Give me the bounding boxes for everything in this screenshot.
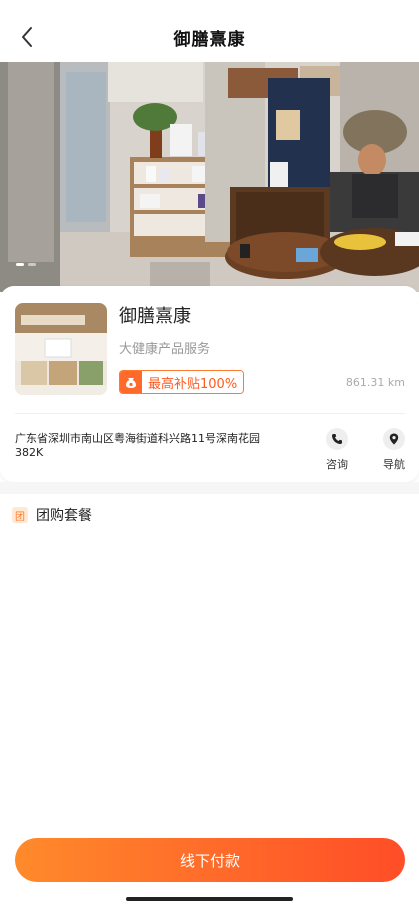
store-distance: 861.31 km — [345, 376, 405, 389]
banner-pagination — [16, 263, 36, 266]
coin-bag-icon — [120, 371, 142, 393]
divider — [15, 413, 405, 414]
store-name: 御膳熹康 — [119, 306, 191, 327]
group-buy-section-header: 团 团购套餐 — [12, 505, 92, 525]
back-button[interactable] — [14, 24, 40, 50]
store-address: 广东省深圳市南山区粤海街道科兴路11号深南花园382K — [15, 432, 260, 459]
store-interior-photo — [0, 62, 419, 292]
store-photo-banner[interactable] — [0, 62, 419, 292]
status-bar — [0, 0, 419, 12]
top-navigation-bar: 御膳熹康 — [0, 12, 419, 62]
store-category: 大健康产品服务 — [119, 342, 211, 357]
store-thumbnail-picture — [15, 303, 107, 395]
consult-button[interactable]: 咨询 — [320, 428, 354, 472]
store-info-card: 御膳熹康 大健康产品服务 最高补贴100% 861.31 km 广东省深圳市南山… — [0, 286, 419, 482]
pagination-dot — [28, 263, 36, 266]
chevron-left-icon — [22, 27, 32, 47]
page-title: 御膳熹康 — [173, 29, 246, 50]
store-thumbnail-image[interactable] — [15, 303, 107, 395]
consult-label: 咨询 — [326, 458, 348, 471]
offline-pay-button[interactable]: 线下付款 — [15, 838, 405, 882]
home-indicator — [126, 897, 293, 901]
section-gap — [0, 482, 419, 494]
navigate-label: 导航 — [383, 458, 405, 471]
navigate-button[interactable]: 导航 — [377, 428, 411, 472]
subsidy-badge: 最高补贴100% — [119, 370, 245, 394]
group-buy-icon: 团 — [12, 507, 28, 523]
location-pin-icon — [383, 428, 405, 450]
subsidy-label: 最高补贴100% — [142, 371, 244, 393]
phone-icon — [326, 428, 348, 450]
section-title: 团购套餐 — [36, 508, 92, 524]
pagination-dot-active — [16, 263, 24, 266]
